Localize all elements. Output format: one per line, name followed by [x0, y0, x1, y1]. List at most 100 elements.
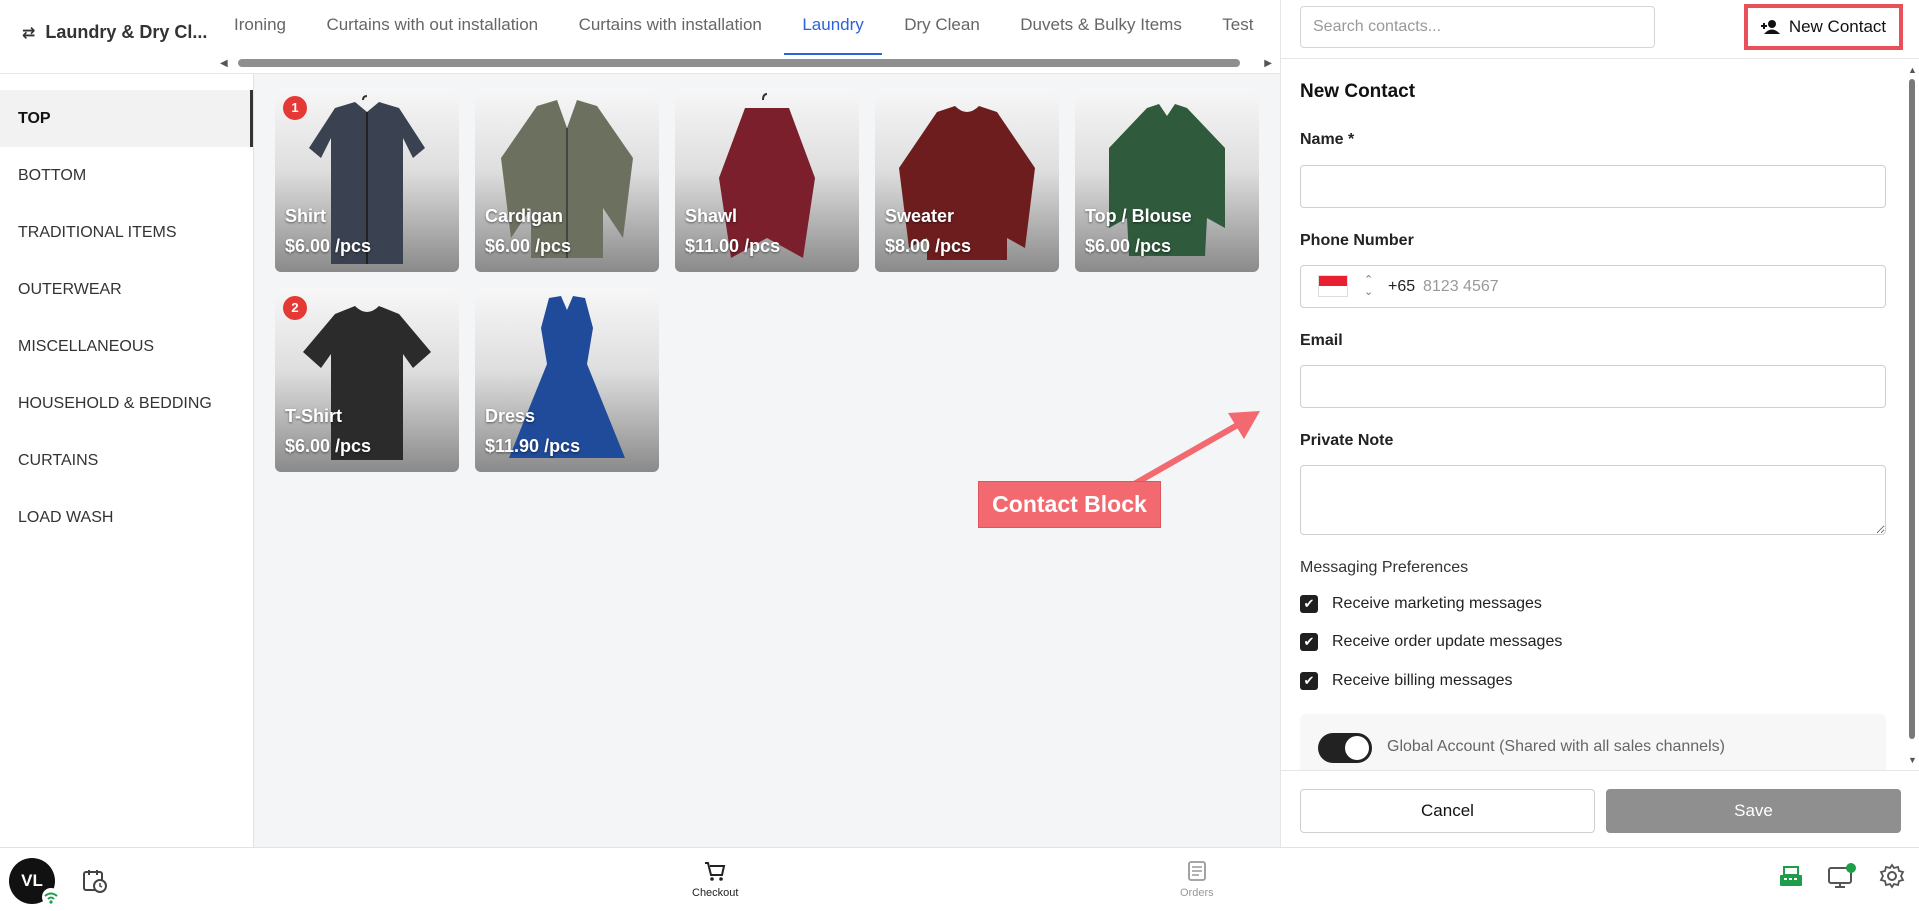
- checkbox-checked-icon[interactable]: ✔: [1300, 633, 1318, 651]
- checkbox-billing[interactable]: ✔ Receive billing messages: [1300, 672, 1513, 690]
- global-account-label: Global Account (Shared with all sales ch…: [1387, 738, 1725, 755]
- product-price: $11.90 /pcs: [485, 436, 581, 456]
- nav-orders-label: Orders: [1180, 887, 1214, 899]
- country-stepper-icon[interactable]: ⌃ ⌄: [1364, 274, 1373, 298]
- status-icons: [1777, 862, 1905, 890]
- product-card-dress[interactable]: Dress $11.90 /pcs: [475, 288, 659, 472]
- global-account-row: Global Account (Shared with all sales ch…: [1300, 714, 1886, 770]
- scrollbar-thumb[interactable]: [238, 59, 1240, 67]
- sidebar-item-top[interactable]: TOP: [0, 90, 253, 147]
- top-bar: ⇄ Laundry & Dry Cl... Ironing Curtains w…: [0, 0, 1280, 74]
- tab-dry-clean[interactable]: Dry Clean: [886, 0, 998, 55]
- form-scrollbar[interactable]: ▲ ▼: [1908, 65, 1917, 765]
- tab-laundry[interactable]: Laundry: [784, 0, 883, 55]
- checkbox-label: Receive order update messages: [1332, 633, 1563, 650]
- product-card-sweater[interactable]: Sweater $8.00 /pcs: [875, 88, 1059, 272]
- product-card-tshirt[interactable]: 2 T-Shirt $6.00 /pcs: [275, 288, 459, 472]
- scroll-up-icon[interactable]: ▲: [1908, 65, 1917, 75]
- tab-test[interactable]: Test: [1204, 0, 1271, 55]
- new-contact-label: New Contact: [1788, 17, 1887, 36]
- nav-checkout-label: Checkout: [692, 887, 739, 899]
- wifi-icon: [42, 888, 60, 906]
- sidebar-item-miscellaneous[interactable]: MISCELLANEOUS: [0, 318, 253, 375]
- name-label: Name *: [1300, 131, 1355, 148]
- messaging-preferences-title: Messaging Preferences: [1300, 559, 1469, 576]
- product-name: Dress: [485, 406, 536, 426]
- name-field[interactable]: [1300, 165, 1886, 208]
- sidebar-item-household-bedding[interactable]: HOUSEHOLD & BEDDING: [0, 375, 253, 432]
- scroll-right-icon[interactable]: ▶: [1264, 58, 1272, 69]
- tab-ironing[interactable]: Ironing: [216, 0, 304, 55]
- product-name: Cardigan: [485, 206, 564, 226]
- nav-checkout[interactable]: Checkout: [692, 860, 738, 899]
- sidebar-item-bottom[interactable]: BOTTOM: [0, 147, 253, 204]
- receipt-icon: [1187, 861, 1206, 881]
- scroll-down-icon[interactable]: ▼: [1908, 755, 1917, 765]
- product-card-cardigan[interactable]: Cardigan $6.00 /pcs: [475, 88, 659, 272]
- calendar-clock-icon[interactable]: [82, 868, 108, 894]
- country-code: +65: [1388, 278, 1416, 295]
- form-title: New Contact: [1300, 81, 1416, 102]
- nav-orders[interactable]: Orders: [1180, 860, 1214, 899]
- tabs-scrollbar[interactable]: ◀ ▶: [220, 57, 1272, 69]
- product-price: $6.00 /pcs: [285, 236, 372, 256]
- product-price: $11.00 /pcs: [685, 236, 781, 256]
- form-footer: Cancel Save: [1281, 770, 1919, 847]
- product-card-shirt[interactable]: 1 Shirt $6.00 /pcs: [275, 88, 459, 272]
- swap-icon: ⇄: [22, 24, 36, 42]
- add-user-icon: [1760, 20, 1780, 34]
- global-account-toggle[interactable]: [1318, 733, 1372, 763]
- cancel-button[interactable]: Cancel: [1300, 789, 1595, 833]
- contact-panel: New Contact Name * Phone Number ⌃⌄ +65 E…: [1280, 0, 1919, 847]
- tab-curtains-with-installation[interactable]: Curtains with installation: [561, 0, 780, 55]
- save-button[interactable]: Save: [1606, 789, 1901, 833]
- quantity-badge: 1: [283, 96, 307, 120]
- checkbox-marketing[interactable]: ✔ Receive marketing messages: [1300, 595, 1542, 613]
- checkbox-checked-icon[interactable]: ✔: [1300, 595, 1318, 613]
- scrollbar-thumb[interactable]: [1909, 79, 1915, 739]
- sidebar-item-curtains[interactable]: CURTAINS: [0, 432, 253, 489]
- checkbox-label: Receive marketing messages: [1332, 595, 1542, 612]
- checkbox-label: Receive billing messages: [1332, 672, 1513, 689]
- search-contacts-input[interactable]: [1300, 6, 1655, 48]
- category-sidebar: TOP BOTTOM TRADITIONAL ITEMS OUTERWEAR M…: [0, 74, 254, 847]
- category-tabs: Ironing Curtains with out installation C…: [216, 0, 1280, 56]
- private-note-label: Private Note: [1300, 432, 1394, 449]
- product-card-top-blouse[interactable]: Top / Blouse $6.00 /pcs: [1075, 88, 1259, 272]
- product-name: Top / Blouse: [1085, 206, 1192, 226]
- sidebar-item-outerwear[interactable]: OUTERWEAR: [0, 261, 253, 318]
- product-price: $6.00 /pcs: [285, 436, 372, 456]
- phone-field: ⌃ ⌄ +65: [1300, 265, 1886, 308]
- sidebar-item-load-wash[interactable]: LOAD WASH: [0, 489, 253, 546]
- private-note-field[interactable]: [1300, 465, 1886, 535]
- product-name: Sweater: [885, 206, 955, 226]
- store-name: Laundry & Dry Cl...: [45, 22, 208, 42]
- bottom-bar: VL Checkout Orders: [0, 847, 1919, 911]
- checkbox-order-updates[interactable]: ✔ Receive order update messages: [1300, 633, 1562, 651]
- tab-curtains-without-installation[interactable]: Curtains with out installation: [308, 0, 556, 55]
- scroll-left-icon[interactable]: ◀: [220, 58, 228, 69]
- singapore-flag-icon[interactable]: [1318, 275, 1348, 297]
- annotation-label: Contact Block: [978, 481, 1161, 528]
- product-price: $6.00 /pcs: [485, 236, 572, 256]
- customer-display-icon[interactable]: [1827, 862, 1857, 890]
- checkbox-checked-icon[interactable]: ✔: [1300, 672, 1318, 690]
- product-price: $6.00 /pcs: [1085, 236, 1172, 256]
- cash-register-icon[interactable]: [1777, 863, 1805, 889]
- new-contact-button[interactable]: New Contact: [1744, 4, 1903, 50]
- product-name: Shawl: [685, 206, 738, 226]
- product-name: Shirt: [285, 206, 327, 226]
- product-price: $8.00 /pcs: [885, 236, 972, 256]
- sidebar-item-traditional-items[interactable]: TRADITIONAL ITEMS: [0, 204, 253, 261]
- product-card-shawl[interactable]: Shawl $11.00 /pcs: [675, 88, 859, 272]
- tab-duvets-bulky-items[interactable]: Duvets & Bulky Items: [1002, 0, 1200, 55]
- cart-icon: [705, 862, 726, 881]
- email-label: Email: [1300, 332, 1343, 349]
- quantity-badge: 2: [283, 296, 307, 320]
- phone-label: Phone Number: [1300, 232, 1414, 249]
- gear-icon[interactable]: [1879, 863, 1905, 889]
- contact-form-body[interactable]: New Contact Name * Phone Number ⌃⌄ +65 E…: [1281, 58, 1919, 770]
- phone-input[interactable]: [1423, 274, 1863, 300]
- email-field[interactable]: [1300, 365, 1886, 408]
- store-switcher[interactable]: ⇄ Laundry & Dry Cl...: [22, 22, 207, 43]
